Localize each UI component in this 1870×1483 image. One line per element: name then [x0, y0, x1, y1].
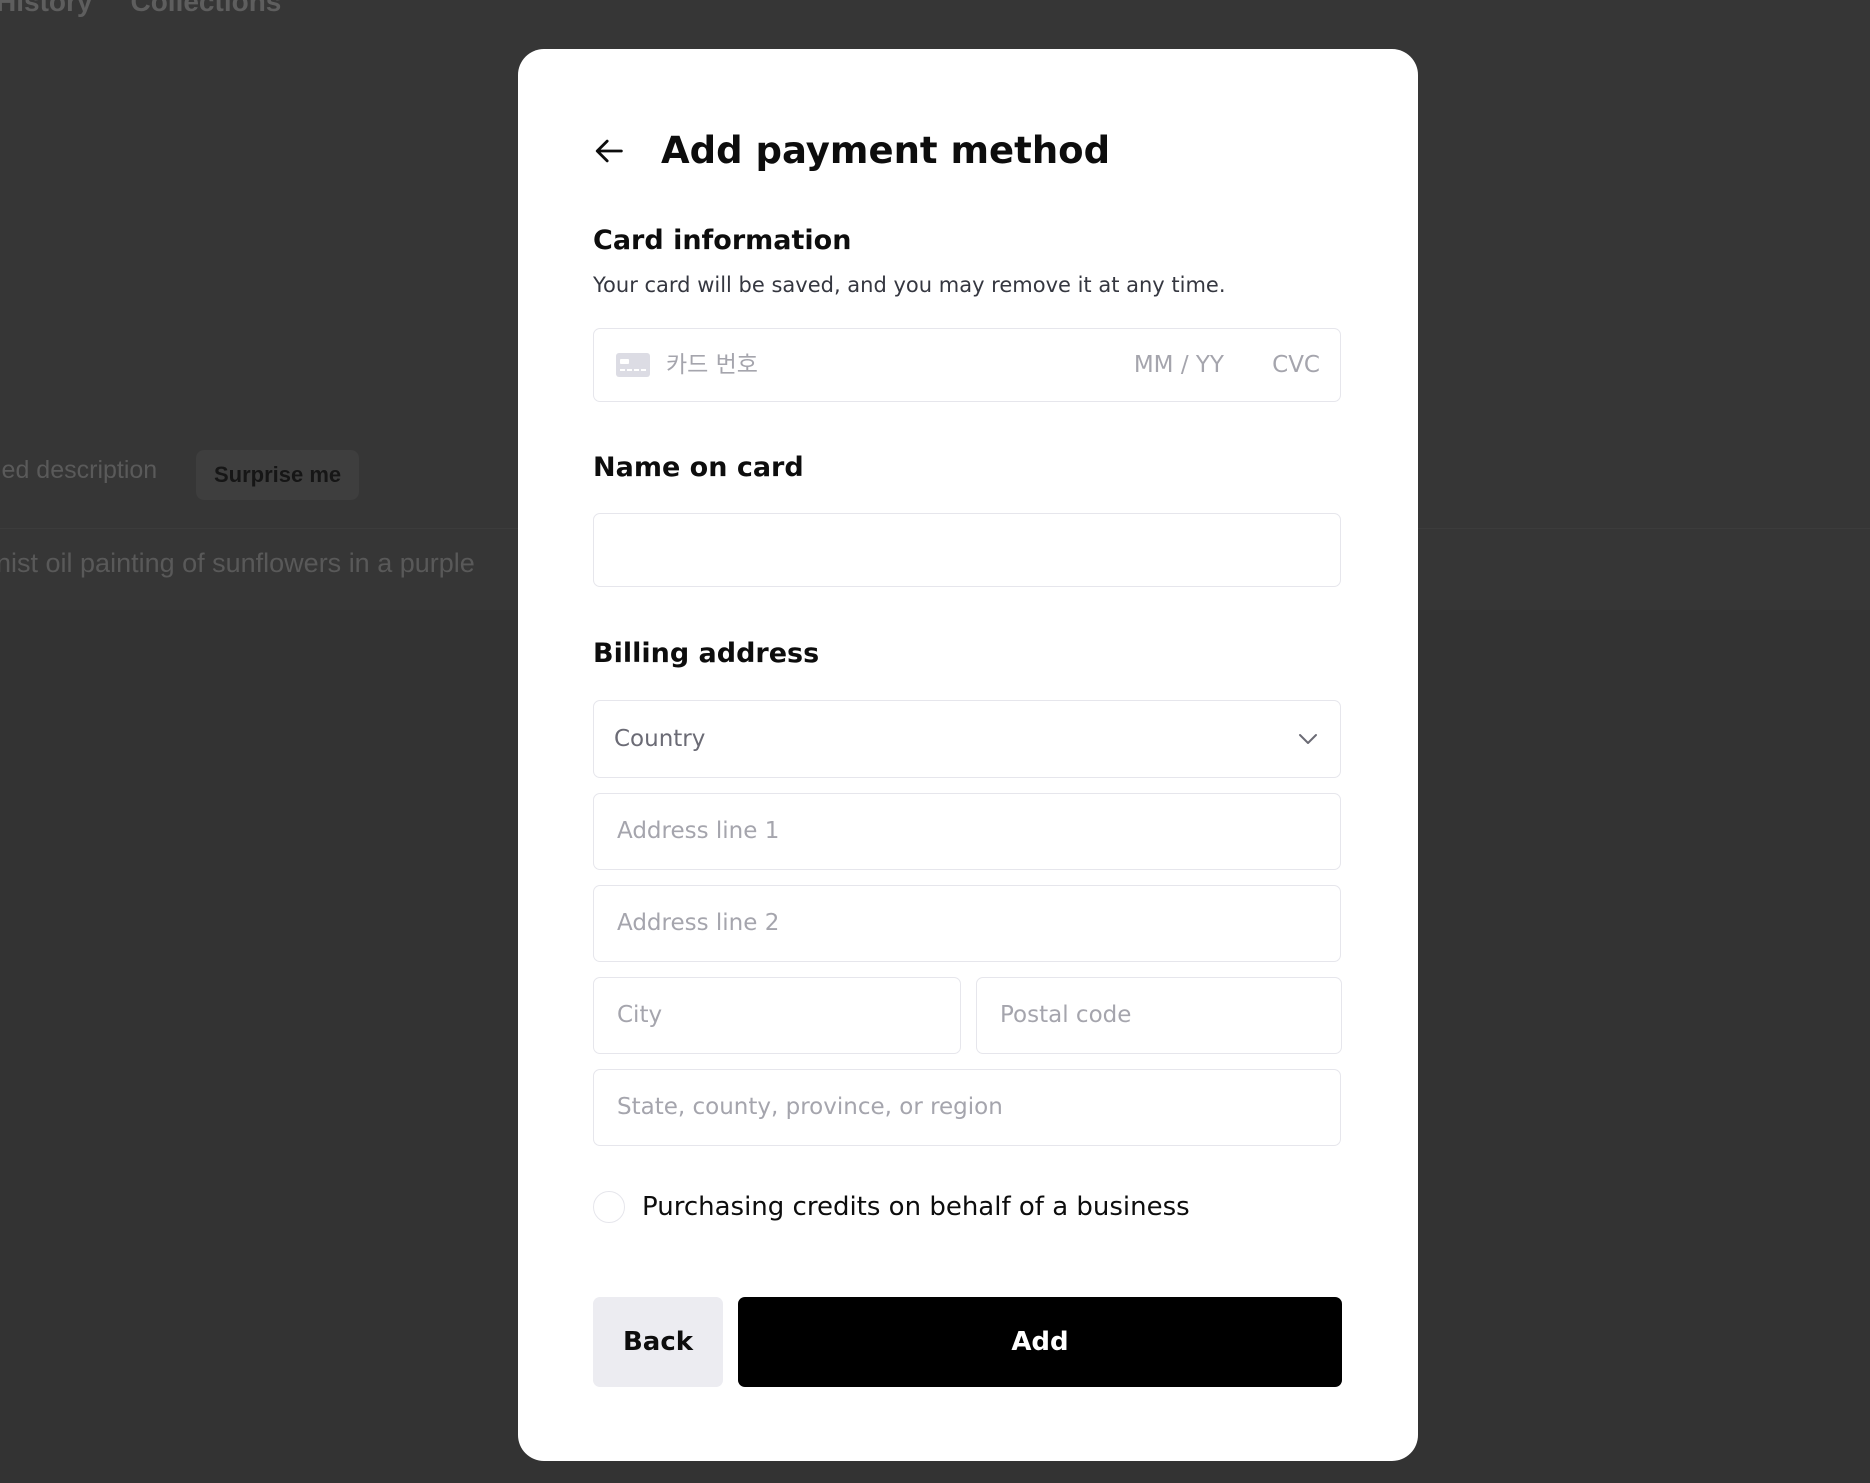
name-on-card-label: Name on card — [593, 452, 804, 483]
nav-collections: Collections — [130, 0, 282, 17]
nav-history: History — [0, 0, 93, 17]
business-checkbox-label: Purchasing credits on behalf of a busine… — [642, 1192, 1190, 1222]
card-cvc-input[interactable]: CVC — [1272, 329, 1320, 401]
region-input[interactable]: State, county, province, or region — [593, 1069, 1341, 1146]
card-expiry-input[interactable]: MM / YY — [1134, 329, 1224, 401]
back-button[interactable]: Back — [593, 1297, 723, 1387]
modal-header: Add payment method — [593, 129, 1110, 172]
city-placeholder: City — [617, 1002, 663, 1028]
credit-card-icon — [616, 353, 650, 377]
address-line-1-placeholder: Address line 1 — [617, 818, 780, 844]
country-select[interactable]: Country — [593, 700, 1341, 778]
billing-address-label: Billing address — [593, 638, 820, 669]
chevron-down-icon — [1299, 734, 1317, 744]
country-placeholder: Country — [614, 726, 706, 752]
region-placeholder: State, county, province, or region — [617, 1094, 1003, 1120]
modal-title: Add payment method — [661, 129, 1111, 172]
add-button[interactable]: Add — [738, 1297, 1342, 1387]
card-helper-text: Your card will be saved, and you may rem… — [593, 273, 1226, 297]
background-hint-text: led description — [0, 456, 158, 484]
postal-code-input[interactable]: Postal code — [976, 977, 1342, 1054]
background-nav: History Collections — [0, 0, 281, 18]
business-checkbox-row[interactable]: Purchasing credits on behalf of a busine… — [593, 1191, 1190, 1223]
card-number-placeholder: 카드 번호 — [666, 352, 758, 378]
card-number-field[interactable]: 카드 번호 MM / YY CVC — [593, 328, 1341, 402]
surprise-me-button: Surprise me — [196, 450, 360, 500]
address-line-2-placeholder: Address line 2 — [617, 910, 780, 936]
business-checkbox[interactable] — [593, 1191, 625, 1223]
card-information-label: Card information — [593, 225, 852, 256]
address-line-1-input[interactable]: Address line 1 — [593, 793, 1341, 870]
add-payment-modal: Add payment method Card information Your… — [518, 49, 1418, 1461]
arrow-left-icon[interactable] — [593, 134, 627, 168]
address-line-2-input[interactable]: Address line 2 — [593, 885, 1341, 962]
postal-code-placeholder: Postal code — [1000, 1002, 1132, 1028]
city-input[interactable]: City — [593, 977, 961, 1054]
background-prompt-text: nist oil painting of sunflowers in a pur… — [0, 548, 475, 578]
name-on-card-input[interactable] — [593, 513, 1341, 587]
